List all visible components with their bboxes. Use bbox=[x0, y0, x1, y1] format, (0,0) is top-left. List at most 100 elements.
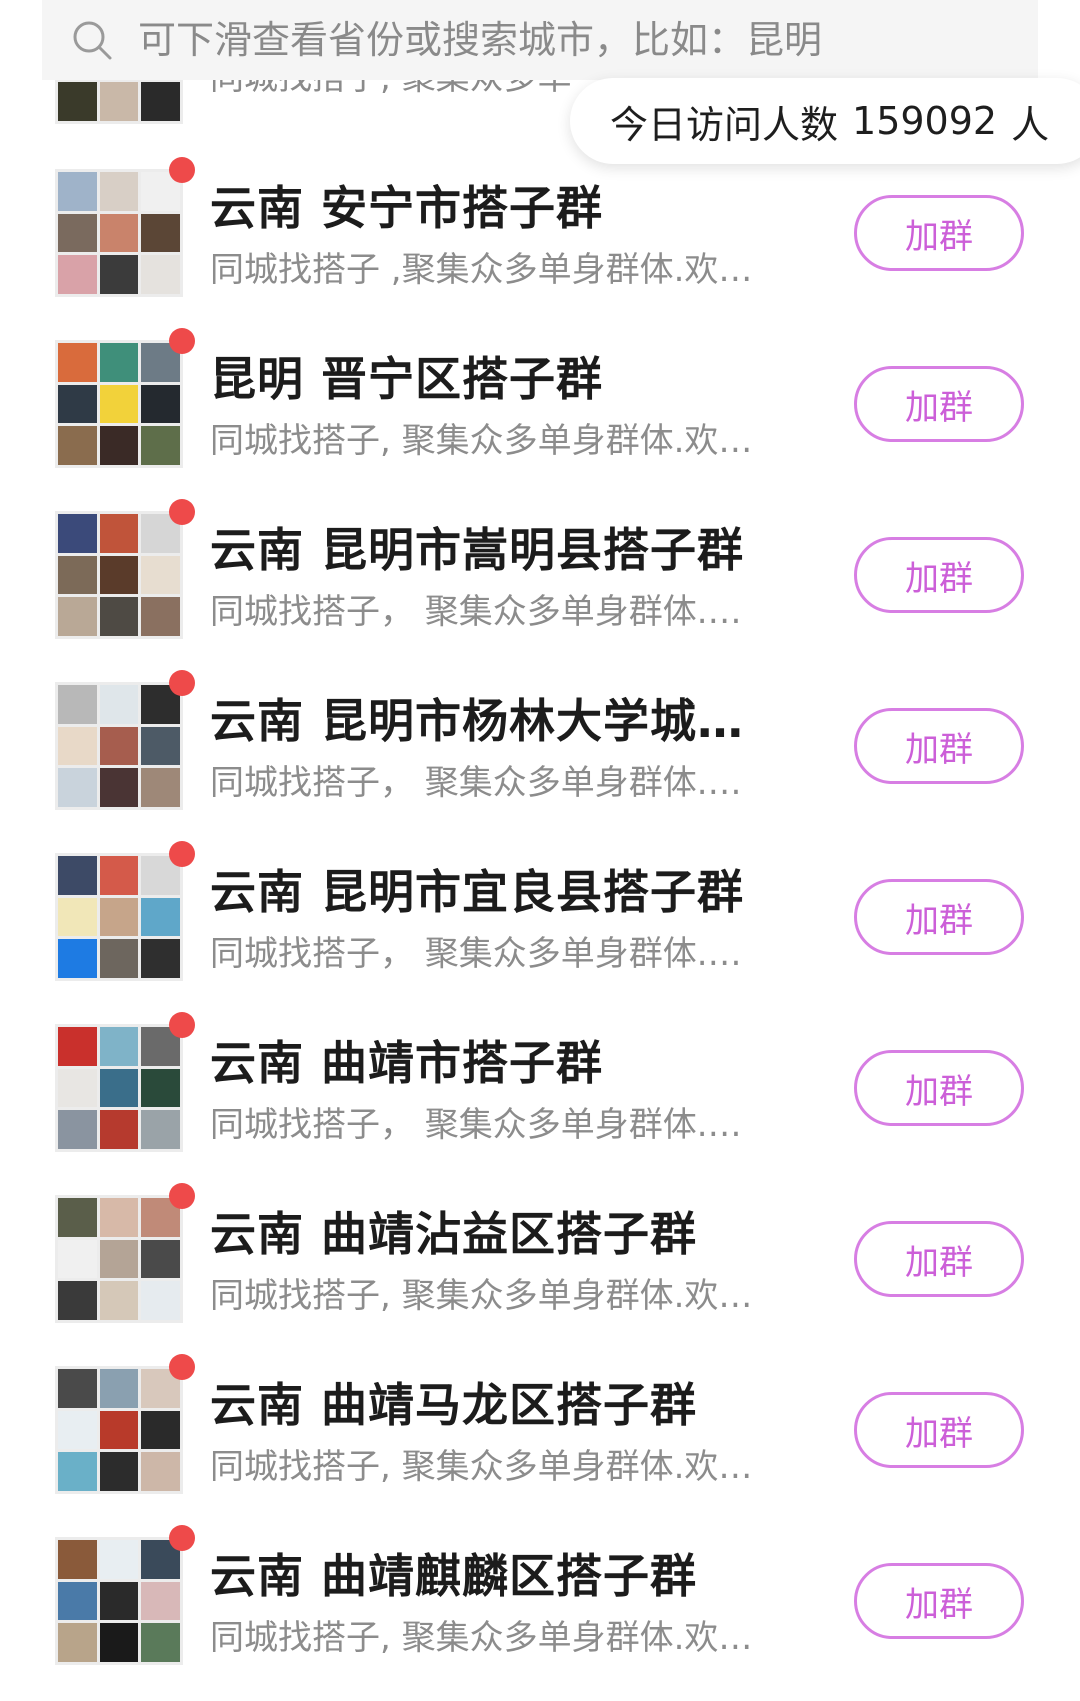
join-group-button[interactable]: 加群 bbox=[854, 537, 1024, 613]
member-avatar bbox=[141, 1581, 180, 1621]
group-title[interactable]: 云南 曲靖麒麟区搭子群 bbox=[210, 1540, 770, 1606]
group-title[interactable]: 云南 曲靖沾益区搭子群 bbox=[210, 1198, 770, 1264]
member-avatar bbox=[99, 426, 139, 465]
avatar-grid bbox=[55, 340, 183, 468]
member-avatar bbox=[58, 1068, 97, 1108]
join-group-button[interactable]: 加群 bbox=[854, 1050, 1024, 1126]
member-avatar bbox=[58, 897, 97, 937]
group-avatar[interactable] bbox=[55, 670, 195, 810]
join-group-button[interactable]: 加群 bbox=[854, 195, 1024, 271]
group-avatar[interactable] bbox=[55, 1183, 195, 1323]
member-avatar bbox=[58, 384, 97, 424]
group-avatar[interactable] bbox=[55, 841, 195, 981]
group-avatar[interactable] bbox=[55, 499, 195, 639]
group-avatar[interactable] bbox=[55, 1354, 195, 1494]
group-subtitle: 同城找搭子， 聚集众多单身群体.欢迎加入 bbox=[210, 592, 775, 632]
join-group-button[interactable]: 加群 bbox=[854, 879, 1024, 955]
list-item[interactable]: 云南 曲靖沾益区搭子群 同城找搭子, 聚集众多单身群体.欢迎加入 加群 bbox=[0, 1176, 1080, 1347]
member-avatar bbox=[99, 514, 139, 553]
member-avatar bbox=[58, 1198, 97, 1237]
avatar-grid bbox=[55, 1024, 183, 1152]
member-avatar bbox=[99, 255, 139, 294]
unread-dot-icon bbox=[169, 1183, 195, 1209]
list-item[interactable]: 云南 昆明市宜良县搭子群同城找搭子， 聚集众多单身群体.欢迎加入 加群 bbox=[0, 834, 1080, 1005]
member-avatar bbox=[99, 1623, 139, 1662]
join-group-button[interactable]: 加群 bbox=[854, 708, 1024, 784]
member-avatar bbox=[99, 1198, 139, 1237]
unread-dot-icon bbox=[169, 1354, 195, 1380]
member-avatar bbox=[141, 939, 180, 978]
group-avatar[interactable] bbox=[55, 157, 195, 297]
search-input[interactable] bbox=[138, 18, 998, 62]
list-item[interactable]: 云南 安宁市搭子群同城找搭子 ,聚集众多单身群体.欢迎加入 加群 bbox=[0, 150, 1080, 321]
member-avatar bbox=[58, 255, 97, 294]
avatar-grid bbox=[55, 1195, 183, 1323]
member-avatar bbox=[141, 597, 180, 636]
list-item[interactable]: 云南 曲靖马龙区搭子群 同城找搭子, 聚集众多单身群体.欢迎加入 加群 bbox=[0, 1347, 1080, 1518]
member-avatar bbox=[58, 939, 97, 978]
member-avatar bbox=[58, 555, 97, 595]
member-avatar bbox=[58, 1623, 97, 1662]
group-title[interactable]: 云南 昆明市杨林大学城搭子群 bbox=[210, 685, 770, 751]
member-avatar bbox=[58, 426, 97, 465]
visitor-count-unit: 人 bbox=[1011, 102, 1050, 147]
join-group-button[interactable]: 加群 bbox=[854, 366, 1024, 442]
member-avatar bbox=[99, 1068, 139, 1108]
group-title[interactable]: 云南 曲靖市搭子群 bbox=[210, 1027, 770, 1093]
member-avatar bbox=[141, 555, 180, 595]
member-avatar bbox=[99, 213, 139, 253]
member-avatar bbox=[141, 1452, 180, 1491]
member-avatar bbox=[99, 1410, 139, 1450]
unread-dot-icon bbox=[169, 670, 195, 696]
member-avatar bbox=[99, 1540, 139, 1579]
member-avatar bbox=[141, 1110, 180, 1149]
group-avatar bbox=[55, 80, 183, 124]
join-group-button[interactable]: 加群 bbox=[854, 1392, 1024, 1468]
member-avatar bbox=[141, 426, 180, 465]
member-avatar bbox=[99, 768, 139, 807]
group-title[interactable]: 云南 安宁市搭子群 bbox=[210, 172, 770, 238]
member-avatar bbox=[141, 1623, 180, 1662]
member-avatar bbox=[141, 1410, 180, 1450]
member-avatar bbox=[141, 213, 180, 253]
visitor-count-value: 159092 bbox=[852, 99, 998, 143]
search-bar[interactable] bbox=[42, 0, 1038, 80]
group-title[interactable]: 云南 昆明市嵩明县搭子群 bbox=[210, 514, 770, 580]
group-list: 云南 安宁市搭子群 同城找搭子 ,聚集众多单身群体.欢迎加入 加群 昆明 晋宁区搭子群… bbox=[0, 150, 1080, 1689]
member-avatar bbox=[141, 768, 180, 807]
group-avatar[interactable] bbox=[55, 1525, 195, 1665]
member-avatar bbox=[141, 255, 180, 294]
member-avatar bbox=[58, 768, 97, 807]
group-title[interactable]: 云南 昆明市宜良县搭子群 bbox=[210, 856, 770, 922]
join-group-button[interactable]: 加群 bbox=[854, 1221, 1024, 1297]
group-title[interactable]: 昆明 晋宁区搭子群 bbox=[210, 343, 770, 409]
member-avatar bbox=[141, 1068, 180, 1108]
unread-dot-icon bbox=[169, 499, 195, 525]
member-avatar bbox=[99, 1027, 139, 1066]
list-item[interactable]: 云南 曲靖麒麟区搭子群 同城找搭子, 聚集众多单身群体.欢迎加入 加群 bbox=[0, 1518, 1080, 1689]
join-group-button[interactable]: 加群 bbox=[854, 1563, 1024, 1639]
member-avatar bbox=[58, 172, 97, 211]
member-avatar bbox=[141, 726, 180, 766]
member-avatar bbox=[58, 1410, 97, 1450]
group-title[interactable]: 云南 曲靖马龙区搭子群 bbox=[210, 1369, 770, 1435]
avatar-grid bbox=[55, 1537, 183, 1665]
member-avatar bbox=[99, 856, 139, 895]
member-avatar bbox=[58, 1452, 97, 1491]
member-avatar bbox=[99, 1581, 139, 1621]
member-avatar bbox=[99, 685, 139, 724]
group-subtitle: 同城找搭子 ,聚集众多单身群体.欢迎加入 bbox=[210, 250, 775, 290]
member-avatar bbox=[58, 1027, 97, 1066]
member-avatar bbox=[99, 1110, 139, 1149]
search-icon bbox=[73, 21, 112, 60]
member-avatar bbox=[58, 1581, 97, 1621]
list-item[interactable]: 云南 曲靖市搭子群同城找搭子， 聚集众多单身群体.欢迎加入 加群 bbox=[0, 1005, 1080, 1176]
member-avatar bbox=[58, 213, 97, 253]
list-item[interactable]: 云南 昆明市嵩明县搭子群同城找搭子， 聚集众多单身群体.欢迎加入 加群 bbox=[0, 492, 1080, 663]
group-avatar[interactable] bbox=[55, 328, 195, 468]
group-avatar[interactable] bbox=[55, 1012, 195, 1152]
list-item[interactable]: 昆明 晋宁区搭子群 同城找搭子, 聚集众多单身群体.欢迎加入 加群 bbox=[0, 321, 1080, 492]
list-item[interactable]: 云南 昆明市杨林大学城搭子群同城找搭子， 聚集众多单身群体.欢迎加入 加群 bbox=[0, 663, 1080, 834]
member-avatar bbox=[58, 597, 97, 636]
visitor-count-label: 今日访问人数 bbox=[610, 102, 839, 147]
